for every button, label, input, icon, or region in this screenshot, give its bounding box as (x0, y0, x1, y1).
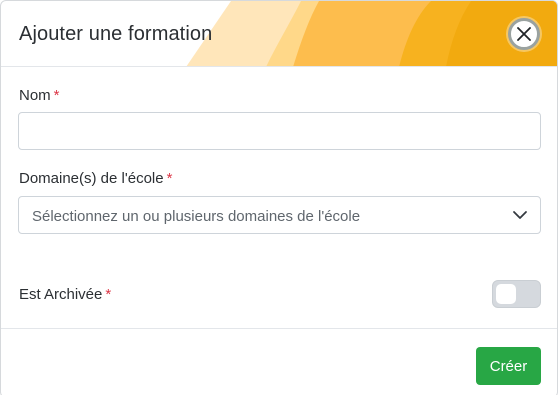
archived-label: Est Archivée * (19, 286, 111, 303)
archived-label-text: Est Archivée (19, 286, 103, 303)
name-label: Nom * (19, 87, 60, 104)
name-input[interactable] (18, 112, 541, 150)
name-label-text: Nom (19, 87, 51, 104)
domains-label-text: Domaine(s) de l'école (19, 170, 164, 187)
create-button[interactable]: Créer (476, 347, 541, 385)
domains-label: Domaine(s) de l'école * (19, 170, 172, 187)
modal-footer: Créer (1, 328, 557, 397)
name-required-mark: * (53, 87, 60, 104)
domains-select[interactable]: Sélectionnez un ou plusieurs domaines de… (18, 196, 541, 234)
close-icon (517, 27, 531, 41)
backdrop (0, 395, 558, 401)
chevron-down-icon (513, 211, 527, 219)
domains-required-mark: * (166, 170, 173, 187)
close-button[interactable] (508, 18, 540, 50)
modal-title: Ajouter une formation (19, 23, 213, 45)
domains-select-placeholder: Sélectionnez un ou plusieurs domaines de… (32, 208, 361, 225)
modal-body: Nom * Domaine(s) de l'école * Sélectionnez… (1, 67, 557, 328)
add-formation-modal: Ajouter une formation Nom * Domaine(s) de… (0, 0, 558, 398)
archived-toggle[interactable] (492, 280, 541, 308)
modal-header: Ajouter une formation (1, 1, 557, 67)
toggle-knob (496, 284, 516, 304)
archived-required-mark: * (105, 286, 112, 303)
